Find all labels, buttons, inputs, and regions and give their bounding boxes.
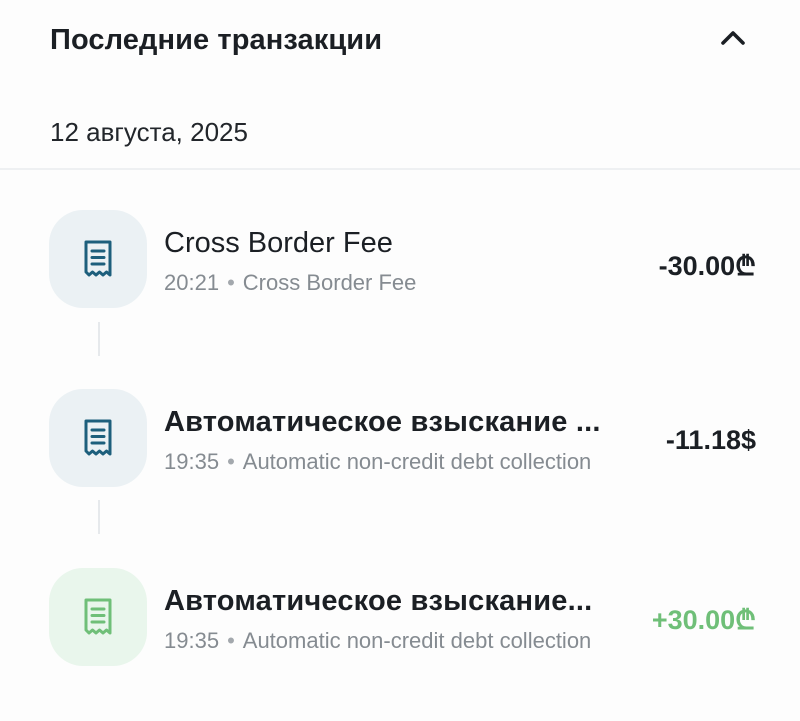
separator-dot: • — [227, 270, 235, 295]
date-group-label: 12 августа, 2025 — [50, 117, 248, 147]
collapse-button[interactable] — [710, 18, 756, 58]
separator-dot: • — [227, 449, 235, 474]
timeline-connector — [98, 500, 100, 534]
transaction-item[interactable]: Автоматическое взыскание ... 19:35 • Autom… — [0, 389, 800, 489]
divider — [0, 168, 800, 170]
transaction-title: Автоматическое взыскание... — [164, 585, 593, 617]
section-title: Последние транзакции — [50, 24, 383, 56]
transaction-amount: -11.18$ — [665, 425, 756, 455]
transaction-time: 19:35 — [164, 449, 220, 474]
transaction-icon-badge — [49, 568, 147, 666]
receipt-icon — [84, 240, 112, 277]
receipt-icon — [84, 419, 112, 456]
transaction-time: 19:35 — [164, 628, 220, 653]
transaction-description: Automatic non-credit debt collection — [242, 449, 592, 474]
transaction-description: Cross Border Fee — [242, 270, 417, 295]
transaction-icon-badge — [49, 389, 147, 487]
transaction-subtitle: 19:35 • Automatic non-credit debt collecti… — [164, 447, 654, 477]
chevron-up-icon — [721, 31, 745, 45]
transaction-subtitle: 20:21 • Cross Border Fee — [164, 268, 654, 298]
transaction-title: Автоматическое взыскание ... — [164, 406, 601, 438]
transaction-time: 20:21 — [164, 270, 220, 295]
transaction-amount: +30.00₾ — [651, 605, 756, 635]
section-header: Последние транзакции — [0, 0, 800, 82]
transaction-item[interactable]: Автоматическое взыскание... 19:35 • Automa… — [0, 568, 800, 668]
transaction-description: Automatic non-credit debt collection — [242, 628, 592, 653]
transaction-subtitle: 19:35 • Automatic non-credit debt collecti… — [164, 626, 654, 656]
timeline-connector — [98, 322, 100, 356]
separator-dot: • — [227, 628, 235, 653]
transaction-icon-badge — [49, 210, 147, 308]
transaction-amount: -30.00₾ — [658, 251, 756, 281]
transaction-item[interactable]: Cross Border Fee 20:21 • Cross Border Fee … — [0, 210, 800, 310]
receipt-icon — [84, 598, 112, 635]
transaction-title: Cross Border Fee — [164, 227, 393, 259]
